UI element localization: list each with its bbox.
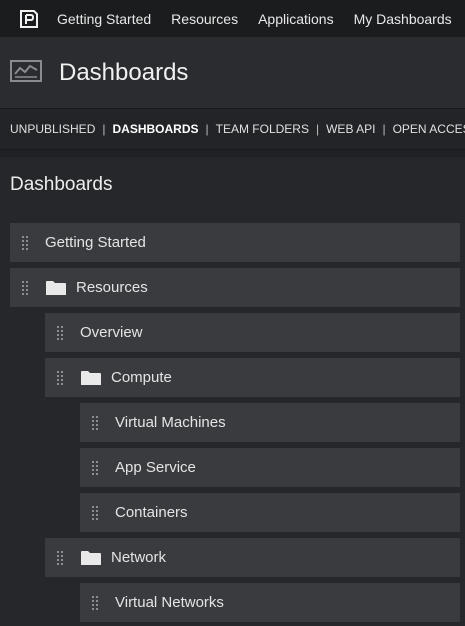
page-header: Dashboards	[0, 38, 465, 109]
folder-icon	[80, 370, 102, 386]
tree-item-label: Network	[111, 549, 167, 566]
tree-item[interactable]: Resources	[10, 268, 460, 307]
page-title: Dashboards	[59, 59, 189, 86]
drag-handle-icon[interactable]	[57, 370, 63, 385]
section-title: Dashboards	[10, 174, 113, 195]
tree-item-label: App Service	[115, 459, 196, 476]
dashboards-panel: Dashboards Getting Started Resources Overv…	[0, 157, 465, 626]
subnav-open-access[interactable]: OPEN ACCESS	[393, 122, 465, 136]
tree-item[interactable]: Network	[45, 538, 460, 577]
drag-handle-icon[interactable]	[22, 235, 28, 250]
drag-handle-icon[interactable]	[92, 415, 98, 430]
folder-icon	[80, 550, 102, 566]
tree-item[interactable]: Overview	[45, 313, 460, 352]
dashboard-chart-icon	[10, 59, 42, 87]
subnav-unpublished[interactable]: UNPUBLISHED	[10, 122, 95, 136]
subnav-team-folders[interactable]: TEAM FOLDERS	[216, 122, 309, 136]
tree-item[interactable]: Containers	[80, 493, 460, 532]
subnav-separator: |	[205, 122, 209, 136]
subnav-separator: |	[315, 122, 320, 136]
subnav-dashboards[interactable]: DASHBOARDS	[112, 122, 198, 136]
tree-item[interactable]: Virtual Machines	[80, 403, 460, 442]
tree-item[interactable]: Getting Started	[10, 223, 460, 262]
tree-item-label: Getting Started	[45, 234, 146, 251]
sub-navigation: UNPUBLISHED | DASHBOARDS | TEAM FOLDERS …	[0, 109, 465, 150]
drag-handle-icon[interactable]	[92, 460, 98, 475]
subnav-separator: |	[382, 122, 386, 136]
nav-resources[interactable]: Resources	[161, 11, 248, 27]
tree-item-label: Compute	[111, 369, 172, 386]
nav-applications[interactable]: Applications	[248, 11, 344, 27]
drag-handle-icon[interactable]	[92, 505, 98, 520]
tree-item[interactable]: Virtual Networks	[80, 583, 460, 622]
tree-item[interactable]: App Service	[80, 448, 460, 487]
subnav-separator: |	[102, 122, 106, 136]
tree-item-label: Overview	[80, 324, 143, 341]
tree-item-label: Virtual Machines	[115, 414, 226, 431]
drag-handle-icon[interactable]	[57, 325, 63, 340]
folder-icon	[45, 280, 67, 296]
drag-handle-icon[interactable]	[92, 595, 98, 610]
app-logo-icon[interactable]	[19, 9, 39, 29]
nav-getting-started[interactable]: Getting Started	[47, 11, 161, 27]
nav-my-dashboards[interactable]: My Dashboards	[344, 11, 462, 27]
drag-handle-icon[interactable]	[22, 280, 28, 295]
tree-item-label: Resources	[76, 279, 148, 296]
subnav-web-api[interactable]: WEB API	[326, 122, 375, 136]
tree-item-label: Virtual Networks	[115, 594, 224, 611]
tree-item-label: Containers	[115, 504, 188, 521]
drag-handle-icon[interactable]	[57, 550, 63, 565]
top-navigation: Getting Started Resources Applications M…	[0, 0, 465, 38]
tree-item[interactable]: Compute	[45, 358, 460, 397]
